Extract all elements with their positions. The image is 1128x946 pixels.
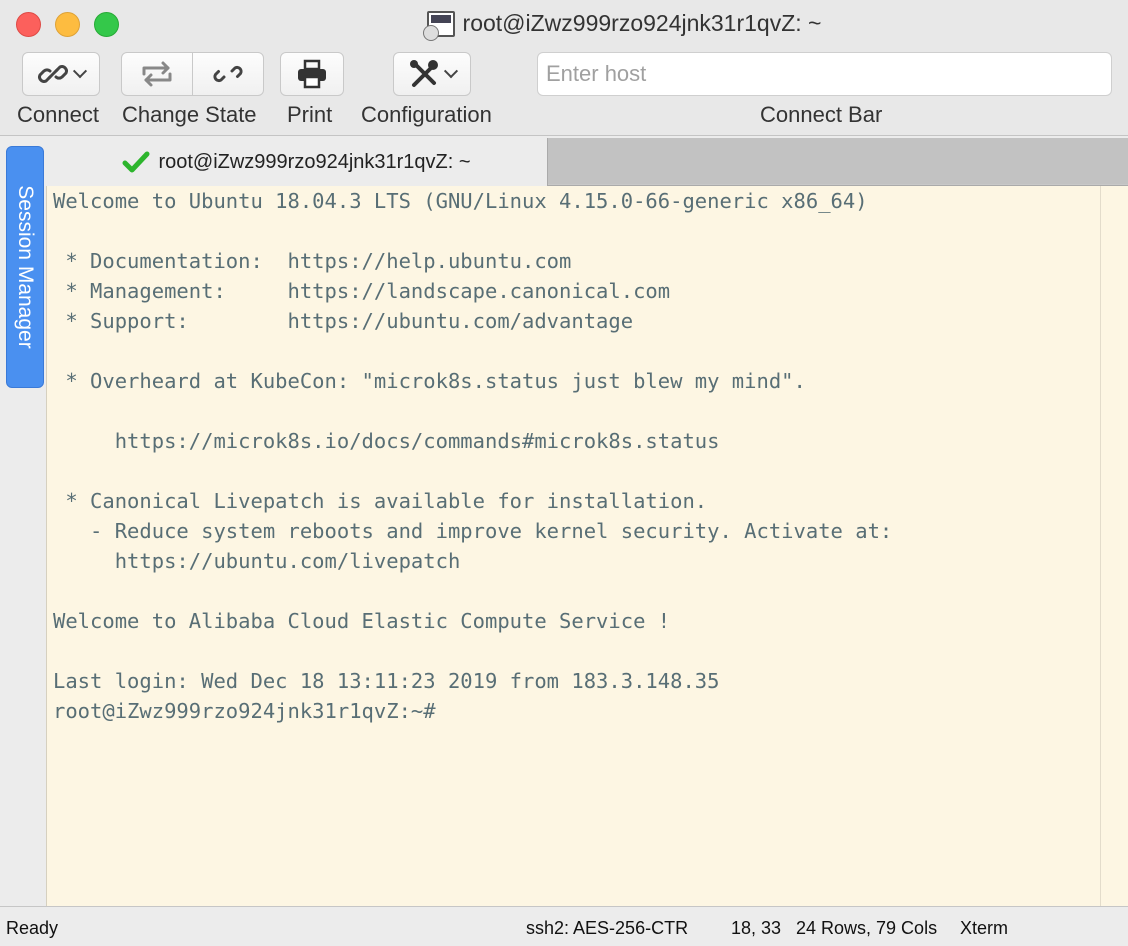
terminal-line: https://ubuntu.com/livepatch (53, 549, 461, 573)
terminal-line: root@iZwz999rzo924jnk31r1qvZ:~# (53, 699, 436, 723)
status-size: 24 Rows, 79 Cols (796, 918, 938, 938)
terminal-line: * Support: https://ubuntu.com/advantage (53, 309, 634, 333)
connect-label: Connect (17, 102, 99, 127)
terminal-line: * Documentation: https://help.ubuntu.com (53, 249, 572, 273)
status-state: Ready (6, 918, 59, 938)
change-state-label: Change State (122, 102, 257, 127)
chevron-down-icon (443, 64, 459, 79)
connect-bar-label: Connect Bar (760, 102, 883, 127)
terminal-app-icon (422, 10, 455, 41)
cycle-arrows-icon (142, 61, 172, 87)
session-tab-title: root@iZwz999rzo924jnk31r1qvZ: ~ (158, 150, 471, 173)
connect-button[interactable] (22, 52, 100, 96)
terminal-line: Welcome to Ubuntu 18.04.3 LTS (GNU/Linux… (53, 189, 868, 213)
tools-icon (410, 60, 438, 87)
disconnect-button[interactable] (192, 52, 264, 96)
link-icon (38, 65, 68, 83)
tab-bar: root@iZwz999rzo924jnk31r1qvZ: ~ (46, 138, 1128, 186)
session-tab[interactable]: root@iZwz999rzo924jnk31r1qvZ: ~ (46, 138, 548, 186)
print-button[interactable] (280, 52, 344, 96)
toolbar: Connect Change State Print Configuration… (0, 48, 1128, 136)
checkmark-icon (122, 151, 150, 173)
status-cipher: ssh2: AES-256-CTR (526, 918, 689, 938)
terminal-line: Welcome to Alibaba Cloud Elastic Compute… (53, 609, 671, 633)
change-state-button[interactable] (121, 52, 193, 96)
configuration-label: Configuration (361, 102, 492, 127)
chevron-down-icon (72, 64, 88, 79)
host-input[interactable] (537, 52, 1112, 96)
terminal-line: * Management: https://landscape.canonica… (53, 279, 671, 303)
print-label: Print (287, 102, 333, 127)
terminal-output: Welcome to Ubuntu 18.04.3 LTS (GNU/Linux… (47, 186, 1100, 726)
tab-bar-empty (548, 138, 1128, 184)
broken-link-icon (213, 65, 243, 83)
terminal-line: Last login: Wed Dec 18 13:11:23 2019 fro… (53, 669, 720, 693)
terminal-line: - Reduce system reboots and improve kern… (53, 519, 893, 543)
status-emulation: Xterm (960, 918, 1009, 938)
printer-icon (298, 59, 326, 89)
title-bar: root@iZwz999rzo924jnk31r1qvZ: ~ (0, 0, 1128, 48)
terminal-line: * Canonical Livepatch is available for i… (53, 489, 708, 513)
window-title: root@iZwz999rzo924jnk31r1qvZ: ~ (462, 10, 822, 36)
session-manager-label: Session Manager (14, 185, 37, 349)
session-manager-tab[interactable]: Session Manager (6, 146, 44, 388)
terminal-view[interactable]: Welcome to Ubuntu 18.04.3 LTS (GNU/Linux… (46, 186, 1100, 906)
terminal-line: https://microk8s.io/docs/commands#microk… (53, 429, 720, 453)
title-container: root@iZwz999rzo924jnk31r1qvZ: ~ (0, 10, 1128, 42)
status-cursor: 18, 33 (731, 918, 782, 938)
terminal-scrollbar[interactable] (1100, 186, 1128, 906)
terminal-line: * Overheard at KubeCon: "microk8s.status… (53, 369, 806, 393)
configuration-button[interactable] (393, 52, 471, 96)
status-bar: Ready ssh2: AES-256-CTR 18, 33 24 Rows, … (0, 906, 1128, 946)
